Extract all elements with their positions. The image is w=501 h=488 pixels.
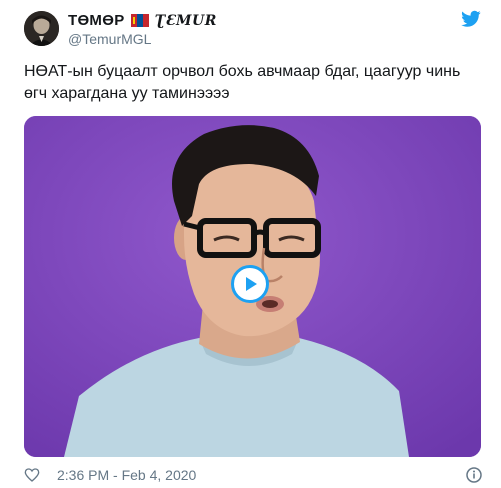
display-name-stylized: ƮƐMUR xyxy=(154,12,217,29)
user-name-row: ТӨМӨР ƮƐMUR xyxy=(68,12,217,29)
twitter-bird-icon[interactable] xyxy=(461,10,481,28)
user-handle[interactable]: @TemurMGL xyxy=(68,31,151,47)
tweet-footer: 2:36 PM - Feb 4, 2020 xyxy=(24,465,482,485)
timestamp[interactable]: 2:36 PM - Feb 4, 2020 xyxy=(57,467,196,483)
video-media[interactable] xyxy=(24,116,481,457)
display-name[interactable]: ТӨМӨР xyxy=(68,12,125,29)
avatar[interactable] xyxy=(24,11,59,46)
tweet-text: НӨАТ-ын буцаалт орчвол бохь авчмаар бдаг… xyxy=(24,63,461,102)
play-button[interactable] xyxy=(231,265,269,303)
info-icon[interactable] xyxy=(466,467,482,483)
tweet-card: ТӨМӨР ƮƐMUR @TemurMGL НӨАТ-ын буцаалт ор… xyxy=(0,0,501,488)
heart-icon[interactable] xyxy=(24,467,40,483)
mongolia-flag-icon xyxy=(130,14,149,27)
play-icon xyxy=(246,277,257,291)
